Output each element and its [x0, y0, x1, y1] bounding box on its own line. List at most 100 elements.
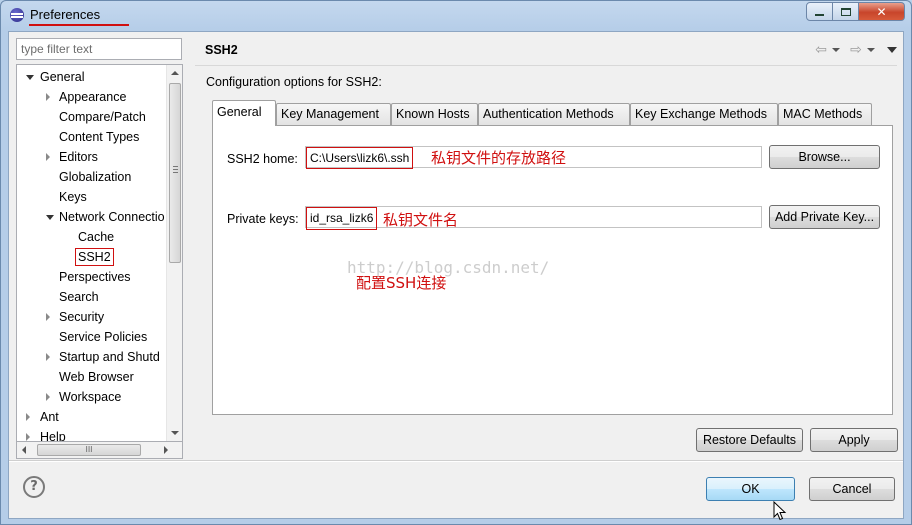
- tree-item-label: Editors: [59, 150, 98, 164]
- restore-defaults-button[interactable]: Restore Defaults: [696, 428, 803, 452]
- mouse-cursor-icon: [773, 501, 787, 521]
- ssh2-home-annotation: 私钥文件的存放路径: [431, 149, 567, 167]
- help-button[interactable]: ?: [23, 476, 45, 498]
- tree-item-web-browser[interactable]: Web Browser: [17, 367, 167, 387]
- ok-button[interactable]: OK: [706, 477, 795, 501]
- tree-item-cache[interactable]: Cache: [17, 227, 167, 247]
- maximize-button[interactable]: [833, 2, 859, 21]
- tree-vertical-scrollbar[interactable]: [166, 65, 182, 441]
- maximize-icon: [840, 7, 851, 16]
- expand-arrow-icon[interactable]: [46, 153, 50, 161]
- tree-item-label: Web Browser: [59, 370, 134, 384]
- tree-item-label: Keys: [59, 190, 87, 204]
- tab-known-hosts[interactable]: Known Hosts: [391, 103, 478, 125]
- add-private-key-button[interactable]: Add Private Key...: [769, 205, 880, 229]
- scroll-left-icon[interactable]: [22, 446, 26, 454]
- private-keys-value: id_rsa_lizk6: [306, 207, 378, 230]
- tab-general[interactable]: General: [212, 100, 276, 126]
- title-bar[interactable]: Preferences ✕: [1, 1, 911, 29]
- cancel-button[interactable]: Cancel: [809, 477, 895, 501]
- tree-item-search[interactable]: Search: [17, 287, 167, 307]
- tree-item-globalization[interactable]: Globalization: [17, 167, 167, 187]
- tree-item-label: Globalization: [59, 170, 132, 184]
- tab-mac-methods[interactable]: MAC Methods: [778, 103, 872, 125]
- eclipse-icon: [10, 8, 24, 22]
- tree-item-label: Network Connectio: [59, 210, 165, 224]
- tree-item-label: Ant: [40, 410, 59, 424]
- back-history-dropdown-icon[interactable]: [832, 48, 840, 52]
- scroll-up-icon[interactable]: [171, 71, 179, 75]
- browse-button[interactable]: Browse...: [769, 145, 880, 169]
- filter-input[interactable]: type filter text: [16, 38, 182, 60]
- tree-item-label: Content Types: [59, 130, 140, 144]
- general-tab-content: SSH2 home: C:\Users\lizk6\.ssh 私钥文件的存放路径…: [212, 125, 893, 415]
- collapse-arrow-icon[interactable]: [46, 215, 54, 220]
- tree-item-network-connectio[interactable]: Network Connectio: [17, 207, 167, 227]
- tree-item-label: Perspectives: [59, 270, 131, 284]
- private-keys-annotation: 私钥文件名: [383, 211, 459, 229]
- tree-item-workspace[interactable]: Workspace: [17, 387, 167, 407]
- expand-arrow-icon[interactable]: [26, 433, 30, 441]
- dialog-client-area: type filter text General Appearance Compar…: [8, 31, 904, 519]
- forward-history-dropdown-icon[interactable]: [867, 48, 875, 52]
- preference-tree[interactable]: General Appearance Compare/Patch Content Ty…: [16, 64, 183, 442]
- tree-horizontal-scrollbar[interactable]: III: [16, 442, 183, 459]
- tree-item-perspectives[interactable]: Perspectives: [17, 267, 167, 287]
- tree-item-label: Cache: [78, 230, 115, 244]
- tree-item-compare-patch[interactable]: Compare/Patch: [17, 107, 167, 127]
- close-icon: ✕: [876, 4, 887, 19]
- preferences-window: Preferences ✕ type filter text General Ap…: [0, 0, 912, 525]
- tab-key-management[interactable]: Key Management: [276, 103, 391, 125]
- tab-authentication-methods[interactable]: Authentication Methods: [478, 103, 630, 125]
- tree-item-label: Search: [59, 290, 99, 304]
- tree-item-general[interactable]: General: [17, 67, 167, 87]
- private-keys-input[interactable]: id_rsa_lizk6: [305, 206, 762, 230]
- tree-item-startup-and-shutd[interactable]: Startup and Shutd: [17, 347, 167, 367]
- private-keys-label: Private keys:: [227, 212, 299, 226]
- forward-arrow-icon[interactable]: ⇨: [848, 42, 864, 58]
- tree-item-label: Appearance: [59, 90, 127, 104]
- scroll-down-icon[interactable]: [171, 431, 179, 435]
- tree-item-label: General: [40, 70, 85, 84]
- tree-item-label: Security: [59, 310, 105, 324]
- tree-item-ant[interactable]: Ant: [17, 407, 167, 427]
- scroll-right-icon[interactable]: [164, 446, 168, 454]
- back-arrow-icon[interactable]: ⇦: [813, 42, 829, 58]
- expand-arrow-icon[interactable]: [46, 393, 50, 401]
- expand-arrow-icon[interactable]: [26, 413, 30, 421]
- header-separator: [195, 65, 897, 66]
- view-menu-icon[interactable]: [887, 47, 897, 53]
- expand-arrow-icon[interactable]: [46, 313, 50, 321]
- tree-item-help[interactable]: Help: [17, 427, 167, 441]
- ssh2-home-value: C:\Users\lizk6\.ssh: [306, 147, 414, 169]
- tree-item-editors[interactable]: Editors: [17, 147, 167, 167]
- expand-arrow-icon[interactable]: [46, 93, 50, 101]
- ssh2-home-label: SSH2 home:: [227, 152, 298, 166]
- scroll-thumb[interactable]: [169, 83, 181, 263]
- minimize-icon: [815, 13, 824, 16]
- tab-key-exchange-methods[interactable]: Key Exchange Methods: [630, 103, 778, 125]
- title-annotation-underline: [29, 24, 129, 26]
- help-icon: ?: [30, 479, 38, 494]
- tree-item-service-policies[interactable]: Service Policies: [17, 327, 167, 347]
- blog-watermark: http://blog.csdn.net/: [347, 258, 550, 277]
- page-description: Configuration options for SSH2:: [206, 75, 382, 89]
- close-button[interactable]: ✕: [859, 2, 905, 21]
- window-title: Preferences: [30, 7, 101, 22]
- horizontal-scroll-thumb[interactable]: III: [37, 444, 141, 456]
- tree-rows: General Appearance Compare/Patch Content Ty…: [17, 65, 167, 441]
- tree-item-ssh2[interactable]: SSH2: [17, 247, 167, 267]
- collapse-arrow-icon[interactable]: [26, 75, 34, 80]
- tree-item-appearance[interactable]: Appearance: [17, 87, 167, 107]
- tree-item-label: Service Policies: [59, 330, 148, 344]
- tree-item-label: SSH2: [75, 248, 114, 266]
- minimize-button[interactable]: [806, 2, 833, 21]
- tree-item-content-types[interactable]: Content Types: [17, 127, 167, 147]
- page-header: SSH2 ⇦ ⇨: [195, 34, 897, 64]
- tree-item-keys[interactable]: Keys: [17, 187, 167, 207]
- tree-item-label: Startup and Shutd: [59, 350, 160, 364]
- expand-arrow-icon[interactable]: [46, 353, 50, 361]
- apply-button[interactable]: Apply: [810, 428, 898, 452]
- tree-item-security[interactable]: Security: [17, 307, 167, 327]
- tree-item-label: Compare/Patch: [59, 110, 146, 124]
